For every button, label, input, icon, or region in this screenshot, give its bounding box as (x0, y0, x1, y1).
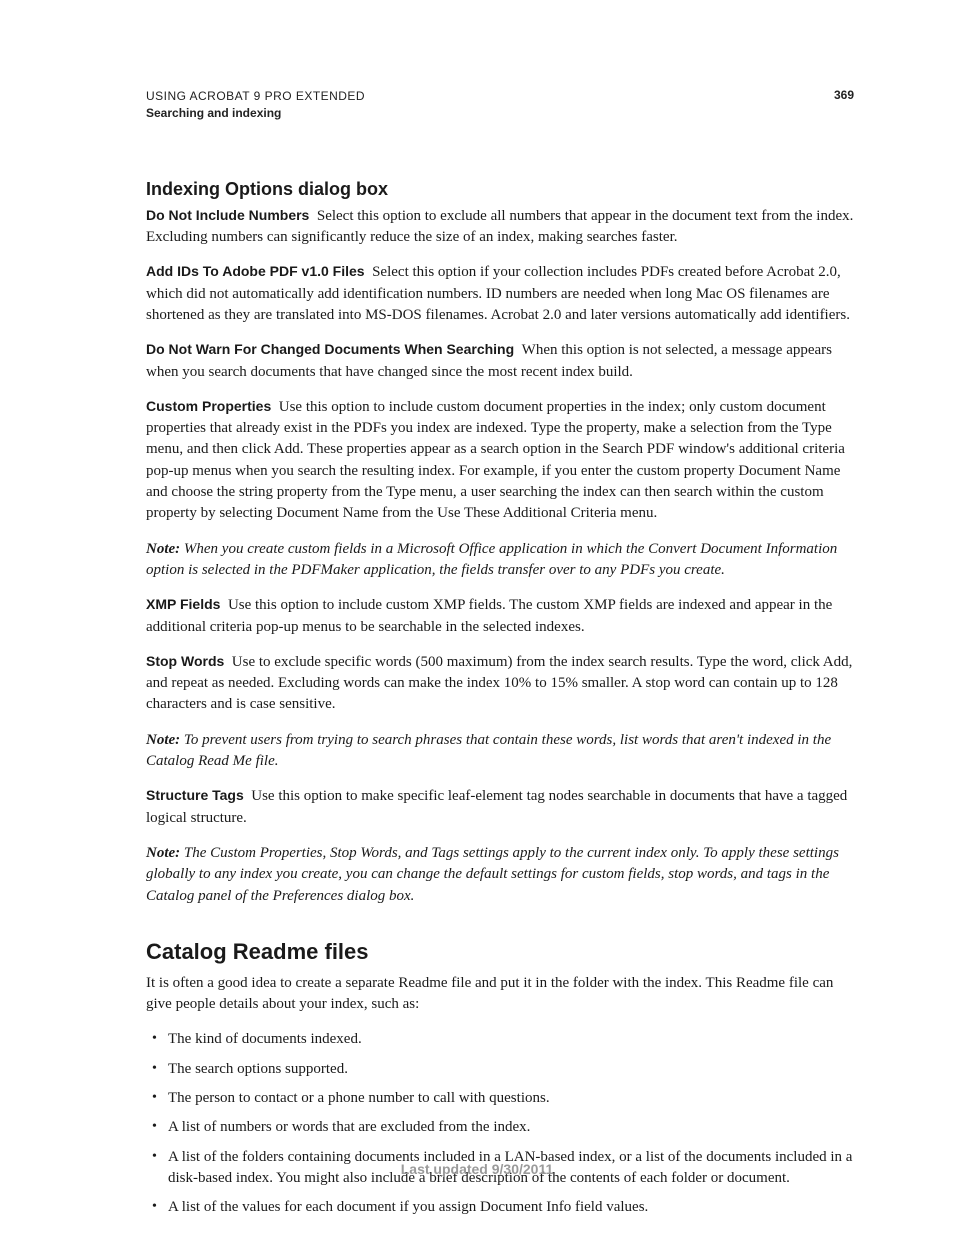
term-custom-properties: Custom Properties (146, 398, 271, 414)
document-page: USING ACROBAT 9 PRO EXTENDED Searching a… (0, 0, 954, 1235)
page-number: 369 (834, 88, 854, 102)
para-structure-tags: Structure Tags Use this option to make s… (146, 786, 854, 829)
heading-catalog-readme: Catalog Readme files (146, 939, 854, 965)
note-label-1: Note: (146, 541, 180, 557)
list-item: The kind of documents indexed. (146, 1029, 854, 1050)
note-body-3: The Custom Properties, Stop Words, and T… (146, 845, 839, 904)
note-custom-fields: Note: When you create custom fields in a… (146, 539, 854, 582)
page-footer: Last updated 9/30/2011 (0, 1161, 954, 1177)
catalog-readme-intro: It is often a good idea to create a sepa… (146, 973, 854, 1016)
term-structure-tags: Structure Tags (146, 787, 244, 803)
heading-indexing-options: Indexing Options dialog box (146, 179, 854, 200)
note-settings-scope: Note: The Custom Properties, Stop Words,… (146, 843, 854, 907)
term-xmp-fields: XMP Fields (146, 596, 220, 612)
header-left: USING ACROBAT 9 PRO EXTENDED Searching a… (146, 88, 365, 123)
term-do-not-include-numbers: Do Not Include Numbers (146, 207, 309, 223)
list-item: A list of the values for each document i… (146, 1197, 854, 1218)
body-custom-properties: Use this option to include custom docume… (146, 399, 845, 521)
body-xmp-fields: Use this option to include custom XMP fi… (146, 597, 832, 634)
para-do-not-include-numbers: Do Not Include Numbers Select this optio… (146, 206, 854, 249)
page-header: USING ACROBAT 9 PRO EXTENDED Searching a… (146, 88, 854, 123)
catalog-readme-list: The kind of documents indexed. The searc… (146, 1029, 854, 1218)
term-do-not-warn: Do Not Warn For Changed Documents When S… (146, 341, 514, 357)
para-xmp-fields: XMP Fields Use this option to include cu… (146, 595, 854, 638)
para-add-ids: Add IDs To Adobe PDF v1.0 Files Select t… (146, 262, 854, 326)
header-section: Searching and indexing (146, 105, 365, 122)
note-body-1: When you create custom fields in a Micro… (146, 541, 837, 578)
list-item: The search options supported. (146, 1059, 854, 1080)
term-add-ids: Add IDs To Adobe PDF v1.0 Files (146, 263, 365, 279)
header-title: USING ACROBAT 9 PRO EXTENDED (146, 88, 365, 105)
body-structure-tags: Use this option to make specific leaf-el… (146, 788, 847, 825)
para-custom-properties: Custom Properties Use this option to inc… (146, 397, 854, 525)
note-label-2: Note: (146, 732, 180, 748)
para-do-not-warn: Do Not Warn For Changed Documents When S… (146, 340, 854, 383)
note-label-3: Note: (146, 845, 180, 861)
body-stop-words: Use to exclude specific words (500 maxim… (146, 654, 852, 713)
list-item: The person to contact or a phone number … (146, 1088, 854, 1109)
term-stop-words: Stop Words (146, 653, 224, 669)
list-item: A list of numbers or words that are excl… (146, 1117, 854, 1138)
note-stop-words: Note: To prevent users from trying to se… (146, 730, 854, 773)
para-stop-words: Stop Words Use to exclude specific words… (146, 652, 854, 716)
note-body-2: To prevent users from trying to search p… (146, 732, 831, 769)
